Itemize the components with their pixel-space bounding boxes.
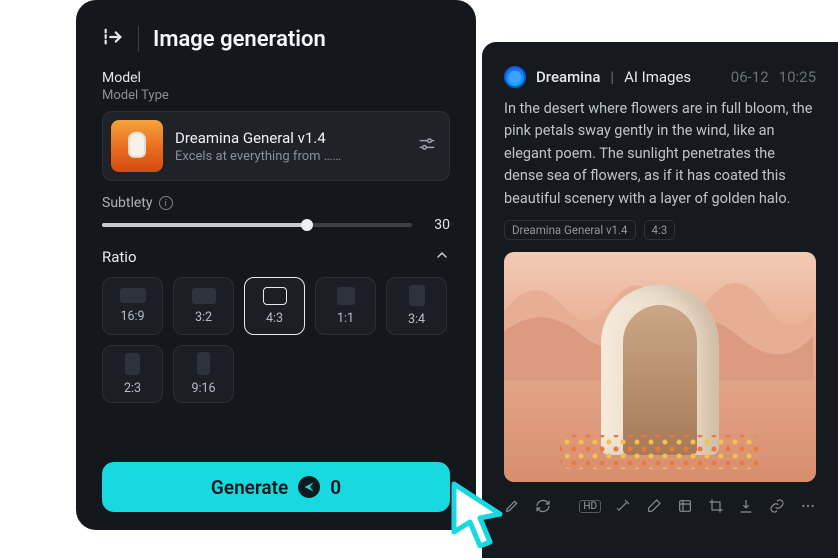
ratio-option-2-3[interactable]: 2:3 bbox=[102, 345, 163, 403]
model-description: Excels at everything from …… bbox=[175, 149, 405, 164]
subtlety-slider[interactable]: 30 bbox=[102, 217, 450, 233]
model-section-label: Model bbox=[102, 70, 450, 86]
chip-model[interactable]: Dreamina General v1.4 bbox=[504, 220, 636, 240]
slider-track[interactable] bbox=[102, 223, 412, 227]
regenerate-icon[interactable] bbox=[535, 496, 552, 516]
wand-icon[interactable] bbox=[615, 496, 632, 516]
model-info: Dreamina General v1.4 Excels at everythi… bbox=[175, 129, 405, 164]
ratio-label-1-1: 1:1 bbox=[337, 311, 354, 326]
download-icon[interactable] bbox=[738, 496, 755, 516]
ratio-label-16-9: 16:9 bbox=[120, 309, 144, 324]
header-separator: | bbox=[610, 68, 614, 86]
generate-cost: 0 bbox=[330, 476, 341, 499]
image-toolbar: HD bbox=[504, 496, 816, 516]
subtlety-label: Subtlety bbox=[102, 195, 153, 211]
model-thumbnail bbox=[111, 120, 163, 172]
hd-badge[interactable]: HD bbox=[579, 500, 601, 513]
expand-icon[interactable] bbox=[677, 496, 694, 516]
cursor-icon bbox=[448, 480, 512, 552]
model-type-label: Model Type bbox=[102, 88, 450, 103]
ratio-label-4-3: 4:3 bbox=[266, 311, 283, 326]
ratio-label-9-16: 9:16 bbox=[191, 381, 215, 396]
panel-header: Image generation bbox=[102, 26, 450, 52]
collapse-icon[interactable] bbox=[102, 26, 124, 52]
token-icon bbox=[298, 476, 320, 498]
ratio-label-3-4: 3:4 bbox=[408, 312, 425, 327]
ratio-label: Ratio bbox=[102, 248, 137, 266]
panel-title: Image generation bbox=[153, 27, 326, 52]
model-selector[interactable]: Dreamina General v1.4 Excels at everythi… bbox=[102, 111, 450, 181]
subtlety-label-row: Subtlety i bbox=[102, 195, 450, 211]
feed-time: 10:25 bbox=[779, 68, 816, 86]
generate-label: Generate bbox=[211, 476, 288, 499]
ratio-option-16-9[interactable]: 16:9 bbox=[102, 277, 163, 335]
ratio-option-9-16[interactable]: 9:16 bbox=[173, 345, 234, 403]
crop-icon[interactable] bbox=[707, 496, 724, 516]
generation-panel: Image generation Model Model Type Dreami… bbox=[76, 0, 476, 530]
chevron-up-icon[interactable] bbox=[434, 247, 450, 267]
prompt-text: In the desert where flowers are in full … bbox=[504, 98, 816, 210]
link-icon[interactable] bbox=[769, 496, 786, 516]
model-name: Dreamina General v1.4 bbox=[175, 129, 405, 147]
ratio-option-1-1[interactable]: 1:1 bbox=[315, 277, 376, 335]
feed-date: 06-12 bbox=[731, 68, 769, 86]
ratio-option-3-2[interactable]: 3:2 bbox=[173, 277, 234, 335]
feed-section: AI Images bbox=[624, 68, 691, 86]
slider-fill bbox=[102, 223, 307, 227]
brand-icon bbox=[504, 66, 526, 88]
feed-panel: Dreamina | AI Images 06-12 10:25 In the … bbox=[482, 42, 838, 558]
sliders-icon[interactable] bbox=[417, 134, 437, 158]
ratio-label-2-3: 2:3 bbox=[124, 381, 141, 396]
ratio-option-4-3[interactable]: 4:3 bbox=[244, 277, 305, 335]
more-icon[interactable] bbox=[799, 496, 816, 516]
generated-image[interactable] bbox=[504, 252, 816, 482]
header-divider bbox=[138, 26, 139, 52]
ratio-option-3-4[interactable]: 3:4 bbox=[386, 277, 447, 335]
info-icon[interactable]: i bbox=[159, 196, 173, 210]
ratio-grid: 16:9 3:2 4:3 1:1 3:4 2:3 9:16 bbox=[102, 277, 450, 403]
feed-chips: Dreamina General v1.4 4:3 bbox=[504, 220, 816, 240]
subtlety-value: 30 bbox=[426, 217, 450, 233]
generate-button[interactable]: Generate 0 bbox=[102, 462, 450, 512]
brand-name: Dreamina bbox=[536, 68, 600, 86]
chip-ratio[interactable]: 4:3 bbox=[644, 220, 676, 240]
slider-thumb[interactable] bbox=[301, 219, 313, 231]
ratio-header[interactable]: Ratio bbox=[102, 247, 450, 267]
eraser-icon[interactable] bbox=[646, 496, 663, 516]
feed-header: Dreamina | AI Images 06-12 10:25 bbox=[504, 66, 816, 88]
ratio-label-3-2: 3:2 bbox=[195, 310, 212, 325]
